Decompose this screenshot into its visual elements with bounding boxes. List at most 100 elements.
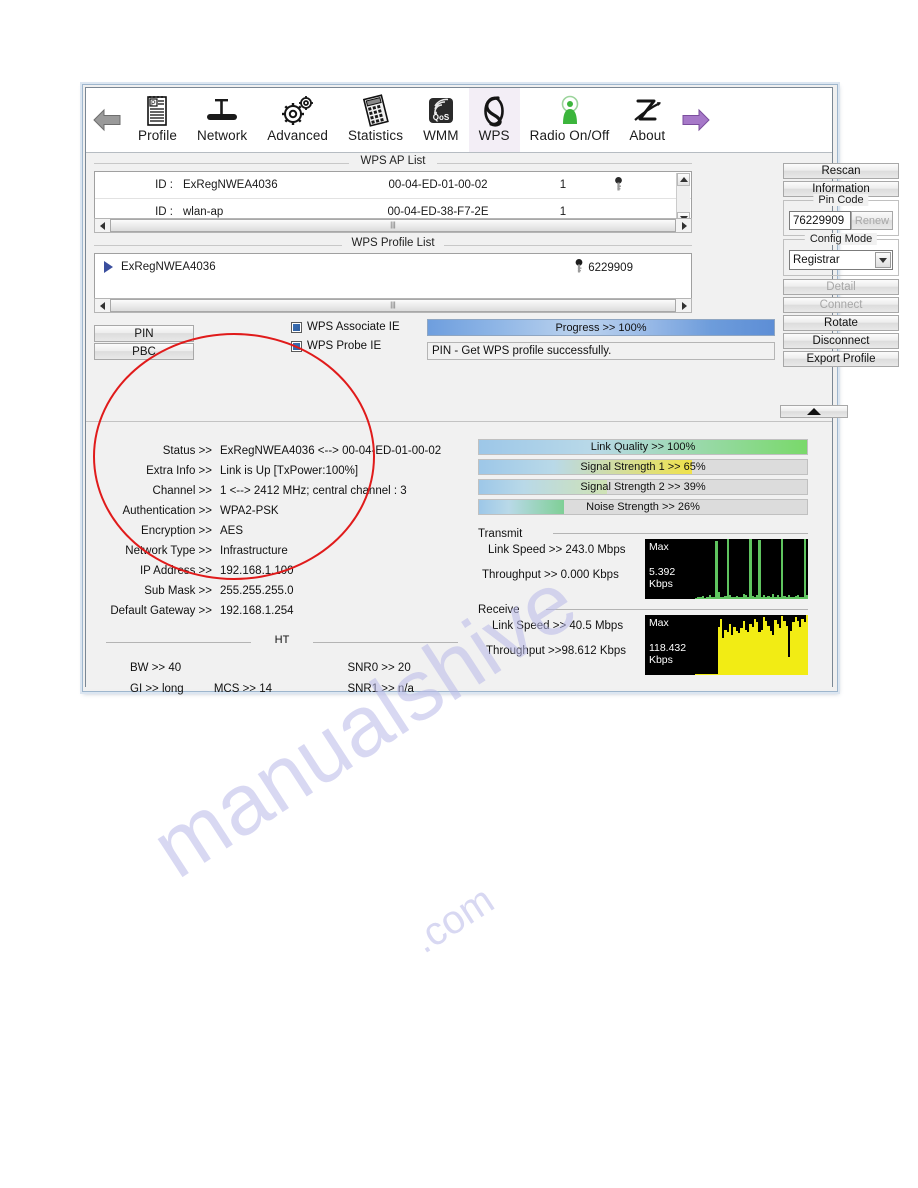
tab-radio-label: Radio On/Off bbox=[529, 128, 610, 143]
scroll-up-button[interactable] bbox=[677, 173, 690, 186]
signal-strength-1-bar: Signal Strength 1 >> 65% bbox=[478, 459, 808, 475]
scroll-left-button[interactable] bbox=[95, 299, 109, 312]
graph-bar bbox=[749, 539, 752, 599]
tab-advanced-label: Advanced bbox=[267, 128, 329, 143]
wps-icon bbox=[479, 93, 509, 127]
tab-network-label: Network bbox=[196, 128, 248, 143]
receive-graph-max: Max bbox=[648, 617, 669, 629]
network-icon bbox=[201, 93, 243, 127]
tab-about[interactable]: About bbox=[619, 88, 675, 152]
status-label: Channel >> bbox=[152, 485, 212, 497]
connect-button[interactable]: Connect bbox=[783, 297, 899, 313]
selected-row-arrow-icon bbox=[95, 260, 121, 274]
disconnect-button[interactable]: Disconnect bbox=[783, 333, 899, 349]
transmit-throughput: Throughput >> 0.000 Kbps bbox=[482, 569, 619, 581]
signal-strength-1-label: Signal Strength 1 >> 65% bbox=[580, 461, 706, 473]
status-row: IP Address >> 192.168.1.100 bbox=[102, 561, 462, 581]
ap-channel: 1 bbox=[559, 206, 567, 218]
status-value: ExRegNWEA4036 <--> 00-04-ED-01-00-02 bbox=[220, 445, 442, 457]
rotate-button[interactable]: Rotate bbox=[783, 315, 899, 331]
scroll-left-button[interactable] bbox=[95, 219, 109, 232]
pin-code-fieldset: Pin Code 76229909 Renew bbox=[783, 194, 899, 236]
graph-bar bbox=[715, 541, 718, 599]
wmm-qos-icon: QoS bbox=[425, 93, 457, 127]
export-profile-button[interactable]: Export Profile bbox=[783, 351, 899, 367]
svg-text:P: P bbox=[151, 100, 156, 107]
wps-probe-ie-checkbox[interactable]: WPS Probe IE bbox=[291, 340, 381, 352]
renew-button[interactable]: Renew bbox=[851, 211, 893, 230]
transmit-header: Transmit bbox=[478, 525, 808, 540]
status-row: Encryption >> AES bbox=[102, 521, 462, 541]
radio-icon bbox=[555, 93, 585, 127]
ap-mac: 00-04-ED-38-F7-2E bbox=[387, 206, 489, 218]
scroll-right-button[interactable] bbox=[677, 299, 691, 312]
wps-ap-list[interactable]: ID : ExRegNWEA4036 00-04-ED-01-00-02 1 I… bbox=[94, 171, 692, 225]
status-label: Encryption >> bbox=[141, 525, 212, 537]
status-row: Channel >> 1 <--> 2412 MHz; central chann… bbox=[102, 481, 462, 501]
transmit-graph-plot bbox=[694, 539, 808, 599]
ap-ssid: ExRegNWEA4036 bbox=[183, 179, 278, 191]
nav-prev-button[interactable] bbox=[86, 88, 128, 152]
receive-header: Receive bbox=[478, 601, 808, 616]
detail-button[interactable]: Detail bbox=[783, 279, 899, 295]
tab-network[interactable]: Network bbox=[187, 88, 257, 152]
config-mode-fieldset: Config Mode Registrar bbox=[783, 233, 899, 276]
signal-strength-2-label: Signal Strength 2 >> 39% bbox=[580, 481, 706, 493]
status-value: 1 <--> 2412 MHz; central channel : 3 bbox=[220, 485, 407, 497]
transmit-link-speed: Link Speed >> 243.0 Mbps bbox=[488, 544, 626, 556]
pbc-button[interactable]: PBC bbox=[94, 343, 194, 360]
advanced-icon bbox=[278, 93, 318, 127]
status-value: 192.168.1.254 bbox=[220, 605, 294, 617]
ht-snr1: SNR1 >> n/a bbox=[347, 682, 414, 695]
tab-wmm[interactable]: QoS WMM bbox=[413, 88, 469, 152]
connection-status-list: Status >> ExRegNWEA4036 <--> 00-04-ED-01-… bbox=[102, 441, 462, 621]
pin-button[interactable]: PIN bbox=[94, 325, 194, 342]
table-row[interactable]: ID : ExRegNWEA4036 00-04-ED-01-00-02 1 bbox=[95, 172, 691, 199]
collapse-panel-button[interactable] bbox=[780, 405, 848, 418]
tab-statistics-label: Statistics bbox=[348, 128, 404, 143]
wps-profile-list-title: WPS Profile List bbox=[345, 237, 441, 249]
wps-ap-list-title: WPS AP List bbox=[354, 155, 432, 167]
transmit-title: Transmit bbox=[478, 528, 528, 540]
transmit-graph: Max 5.392 Kbps bbox=[644, 539, 808, 599]
statistics-icon bbox=[359, 93, 393, 127]
tab-radio-on-off[interactable]: Radio On/Off bbox=[520, 88, 620, 152]
profile-pin-cell: 6229909 bbox=[421, 258, 691, 277]
wps-associate-ie-checkbox[interactable]: WPS Associate IE bbox=[291, 321, 400, 333]
tab-wmm-label: WMM bbox=[423, 128, 459, 143]
tab-profile[interactable]: P Profile bbox=[128, 88, 187, 152]
noise-strength-label: Noise Strength >> 26% bbox=[586, 501, 700, 513]
wps-page-content: WPS AP List ID : ExRegNWEA4036 00-04-ED-… bbox=[86, 153, 899, 695]
scroll-right-button[interactable] bbox=[677, 219, 691, 232]
ap-id-label: ID : bbox=[155, 206, 173, 218]
rescan-button[interactable]: Rescan bbox=[783, 163, 899, 179]
config-mode-select[interactable]: Registrar bbox=[789, 250, 893, 270]
pin-code-legend: Pin Code bbox=[813, 194, 869, 206]
wps-probe-ie-label: WPS Probe IE bbox=[307, 340, 382, 352]
config-mode-value: Registrar bbox=[793, 254, 840, 266]
receive-link-speed: Link Speed >> 40.5 Mbps bbox=[492, 620, 624, 632]
status-label: Status >> bbox=[162, 445, 212, 457]
status-value: 192.168.1.100 bbox=[220, 565, 294, 577]
status-row: Network Type >> Infrastructure bbox=[102, 541, 462, 561]
profile-icon: P bbox=[142, 93, 172, 127]
ap-list-horizontal-scrollbar[interactable]: ||| bbox=[94, 218, 692, 233]
pin-code-input[interactable]: 76229909 bbox=[789, 211, 851, 230]
scroll-thumb[interactable]: ||| bbox=[110, 299, 676, 312]
status-row: Authentication >> WPA2-PSK bbox=[102, 501, 462, 521]
scroll-thumb[interactable]: ||| bbox=[110, 219, 676, 232]
status-row: Extra Info >> Link is Up [TxPower:100%] bbox=[102, 461, 462, 481]
watermark-text-secondary: .com bbox=[405, 877, 502, 962]
tab-statistics[interactable]: Statistics bbox=[338, 88, 413, 152]
chevron-down-icon[interactable] bbox=[875, 252, 891, 268]
tab-advanced[interactable]: Advanced bbox=[257, 88, 338, 152]
status-label: Extra Info >> bbox=[146, 465, 212, 477]
receive-graph-value: 118.432 bbox=[648, 642, 687, 654]
list-item[interactable]: ExRegNWEA4036 6229909 bbox=[95, 254, 691, 280]
profile-list-horizontal-scrollbar[interactable]: ||| bbox=[94, 298, 692, 313]
tab-wps[interactable]: WPS bbox=[468, 88, 520, 152]
noise-strength-bar: Noise Strength >> 26% bbox=[478, 499, 808, 515]
receive-title: Receive bbox=[478, 604, 525, 616]
wps-associate-ie-label: WPS Associate IE bbox=[307, 321, 400, 333]
nav-next-button[interactable] bbox=[675, 88, 717, 152]
